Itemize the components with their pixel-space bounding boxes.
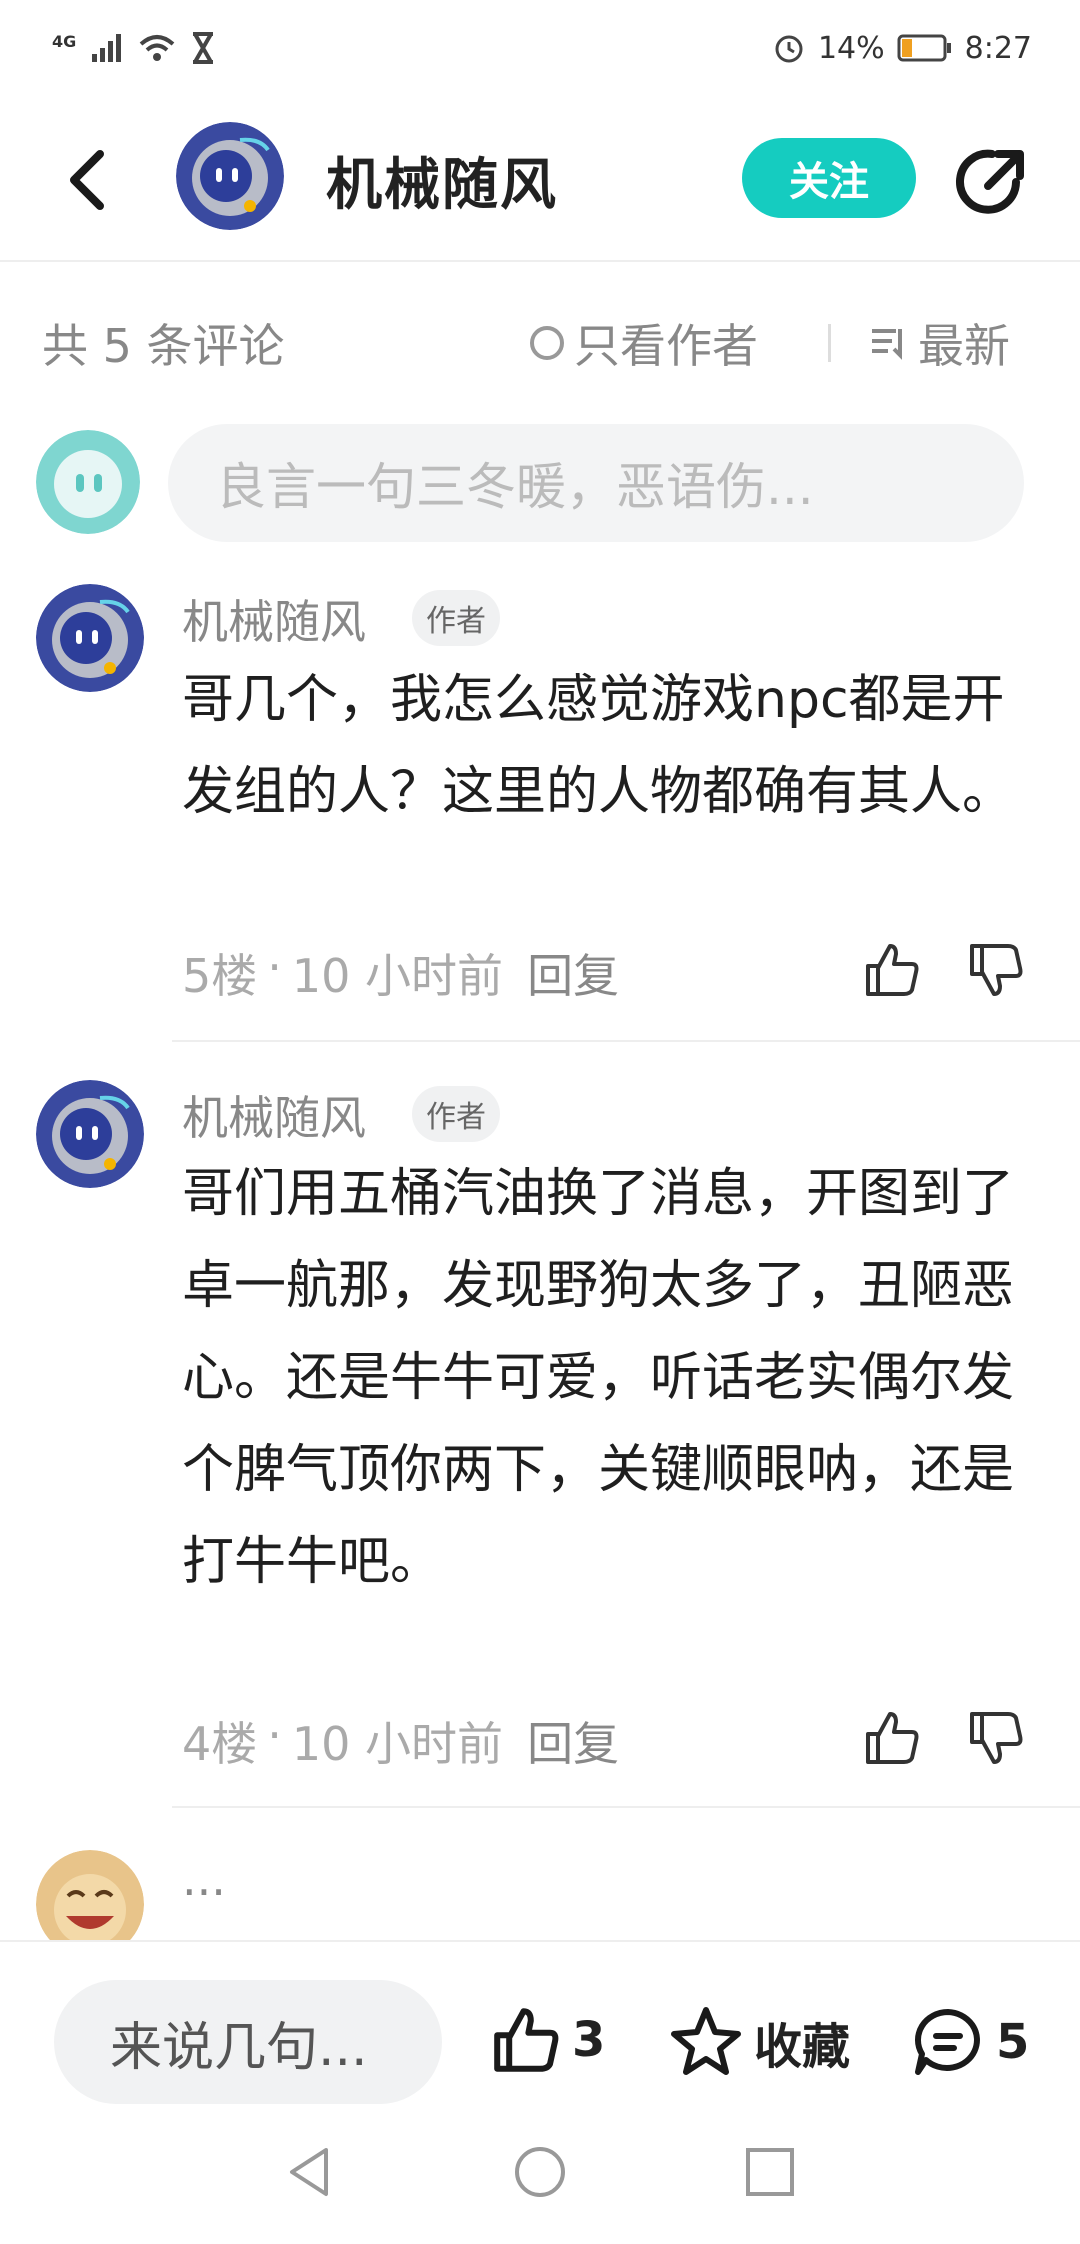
share-icon xyxy=(956,149,1024,214)
alarm-icon xyxy=(775,35,803,63)
battery-percent: 14% xyxy=(817,30,885,66)
comment-divider xyxy=(172,1806,1080,1808)
thumbs-down-icon xyxy=(970,944,1023,996)
comment-divider xyxy=(172,1040,1080,1042)
like-count: 3 xyxy=(572,2012,606,2068)
commenter-avatar[interactable] xyxy=(36,584,144,692)
comments-button[interactable]: 5 xyxy=(910,2004,1029,2080)
author-only-toggle[interactable]: 只看作者 xyxy=(530,310,758,376)
comment-bubble-icon xyxy=(915,2009,980,2075)
divider xyxy=(828,324,831,362)
bottom-action-bar: 来说几句... 3 收藏 5 xyxy=(0,1940,1080,2112)
reply-button[interactable]: 回复 xyxy=(527,1708,619,1774)
author-avatar[interactable] xyxy=(176,122,284,230)
author-only-label: 只看作者 xyxy=(574,319,758,373)
robot-avatar-icon xyxy=(176,122,284,230)
hourglass-icon xyxy=(193,32,214,64)
favorite-button[interactable]: 收藏 xyxy=(668,2004,850,2080)
meta-dot: · xyxy=(267,940,282,994)
status-right: 14% 8:27 xyxy=(772,28,1032,68)
network-label: 4G xyxy=(52,31,77,51)
thumbs-up-icon xyxy=(494,2008,559,2072)
sort-button[interactable]: 最新 xyxy=(868,310,1010,376)
thumbs-down-icon xyxy=(970,1712,1023,1764)
comment-text: 哥几个，我怎么感觉游戏npc都是开发组的人？这里的人物都确有其人。 xyxy=(182,670,1015,822)
back-button[interactable] xyxy=(58,144,118,216)
comment-filter-bar: 共 5 条评论 只看作者 最新 xyxy=(0,300,1080,380)
comment-count: 共 5 条评论 xyxy=(42,319,285,373)
status-bar: 4G 14% 8:27 xyxy=(0,0,1080,100)
comment-total: 5 xyxy=(996,2014,1030,2070)
system-nav-bar xyxy=(0,2110,1080,2244)
my-avatar[interactable] xyxy=(36,430,140,534)
floor-number: 5楼 xyxy=(182,949,258,1003)
battery-icon xyxy=(897,34,951,62)
thumbs-up-icon xyxy=(866,1712,919,1764)
like-button[interactable] xyxy=(862,940,922,1000)
like-button[interactable] xyxy=(862,1708,922,1768)
bottom-comment-input[interactable]: 来说几句... xyxy=(54,1980,442,2104)
wifi-icon xyxy=(139,35,175,61)
follow-button[interactable]: 关注 xyxy=(742,138,916,218)
header-bar: 机械随风 关注 xyxy=(0,100,1080,262)
dislike-button[interactable] xyxy=(966,1708,1026,1768)
chevron-left-icon xyxy=(70,150,104,210)
comment-username[interactable]: 机械随风 xyxy=(182,1082,366,1148)
robot-avatar-icon xyxy=(36,584,144,692)
radio-icon xyxy=(530,326,564,360)
clock: 8:27 xyxy=(964,30,1032,66)
dislike-button[interactable] xyxy=(966,940,1026,1000)
comment-text: 哥们用五桶汽油换了消息，开图到了卓一航那，发现野狗太多了，丑陋恶心。还是牛牛可爱… xyxy=(182,1164,1015,1592)
comment-meta: 4楼 · 10 小时前 回复 xyxy=(182,1708,619,1774)
meta-dot: · xyxy=(267,1708,282,1762)
status-left: 4G xyxy=(52,28,216,68)
sort-icon xyxy=(872,329,902,360)
robot-avatar-icon xyxy=(36,1080,144,1188)
comment-username[interactable]: 机械随风 xyxy=(182,586,366,652)
comment-time: 10 小时前 xyxy=(291,1717,504,1771)
comment-username[interactable]: ... xyxy=(182,1852,226,1906)
floor-number: 4楼 xyxy=(182,1717,258,1771)
page-title: 机械随风 xyxy=(326,153,558,218)
nav-home-icon[interactable] xyxy=(512,2144,568,2200)
comment-input[interactable]: 良言一句三冬暖，恶语伤... xyxy=(168,424,1024,542)
like-post-button[interactable]: 3 xyxy=(490,2004,605,2076)
favorite-label: 收藏 xyxy=(754,2019,851,2075)
comment-meta: 5楼 · 10 小时前 回复 xyxy=(182,940,619,1006)
share-button[interactable] xyxy=(952,142,1032,222)
star-icon xyxy=(671,2007,741,2075)
signal-icon xyxy=(92,34,122,62)
commenter-avatar[interactable] xyxy=(36,1080,144,1188)
nav-recents-icon[interactable] xyxy=(742,2144,798,2200)
nav-back-icon[interactable] xyxy=(282,2144,338,2200)
comment-time: 10 小时前 xyxy=(291,949,504,1003)
thumbs-up-icon xyxy=(866,944,919,996)
author-badge: 作者 xyxy=(412,590,500,646)
default-avatar-icon xyxy=(36,430,140,534)
reply-button[interactable]: 回复 xyxy=(527,940,619,1006)
author-badge: 作者 xyxy=(412,1086,500,1142)
sort-label: 最新 xyxy=(918,319,1010,373)
